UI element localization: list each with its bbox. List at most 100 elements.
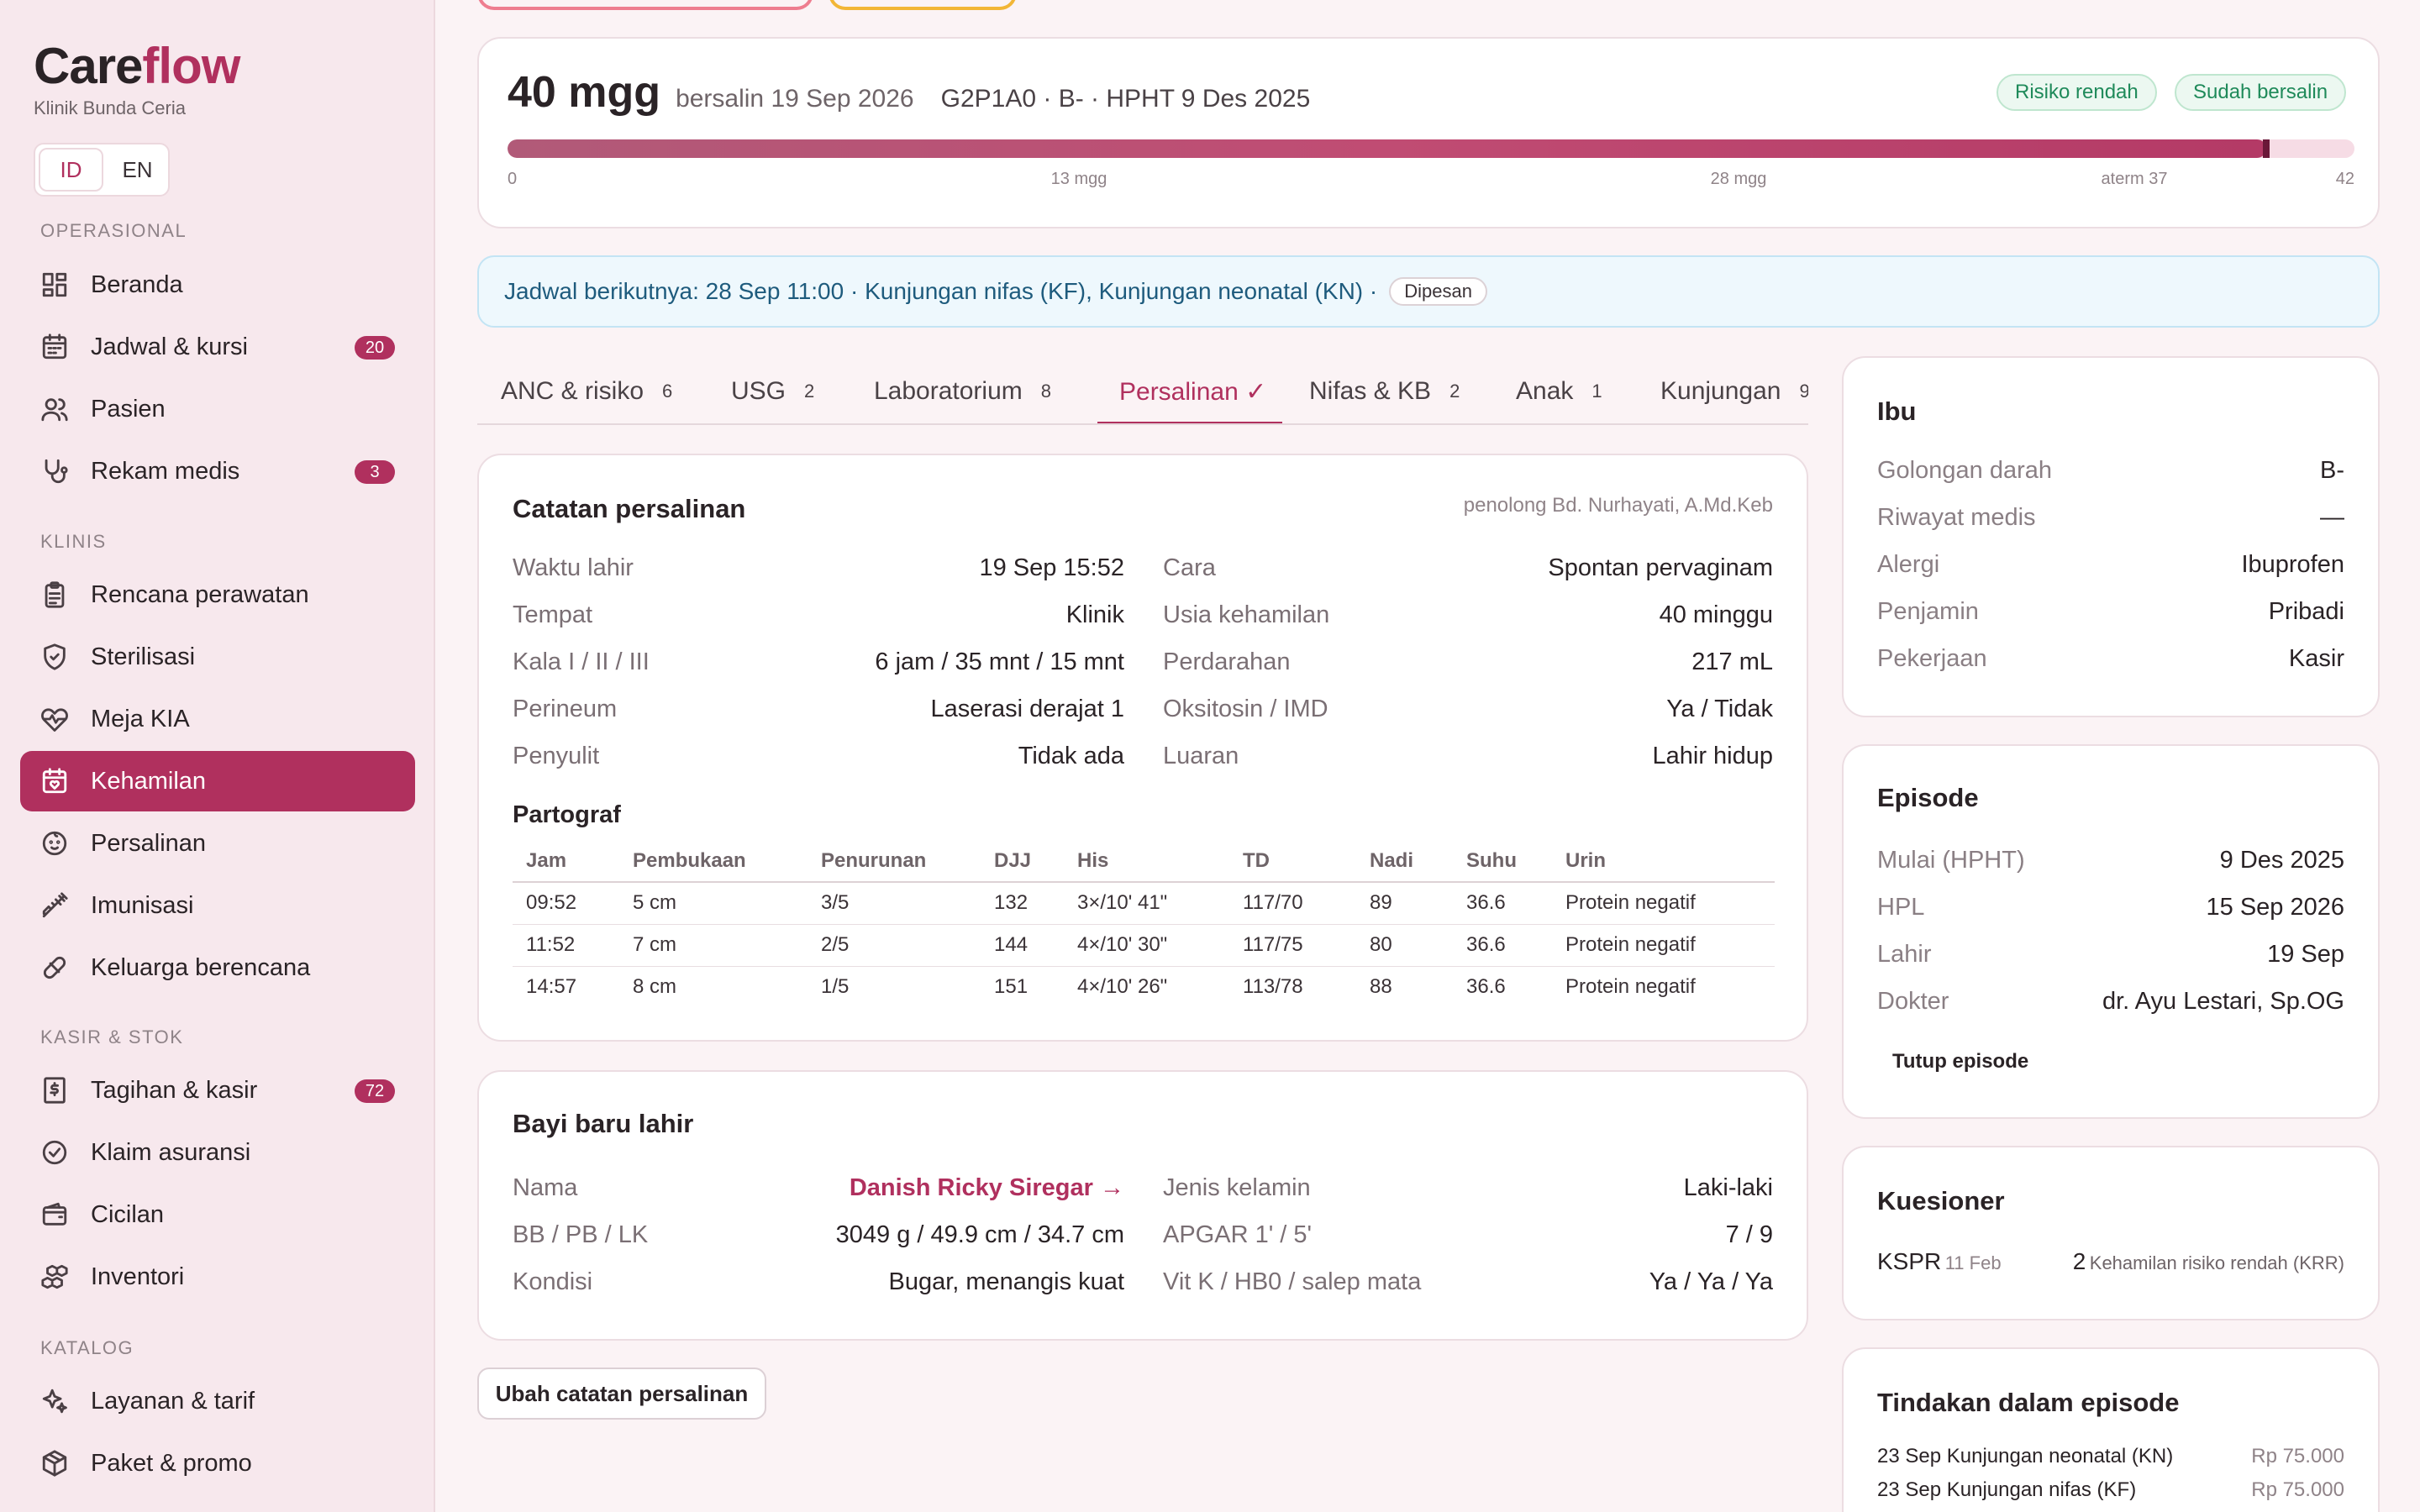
table-row: 11:52 7 cm 2/5 144 4×/10' 30" 117/75 80 … xyxy=(513,924,1775,967)
close-episode-button[interactable]: Tutup episode xyxy=(1892,1050,2028,1074)
table-cell: 4×/10' 26" xyxy=(1077,975,1168,999)
field-label: Vit K / HB0 / salep mata xyxy=(1163,1268,1422,1295)
episode-actions-card: Tindakan dalam episode 23 Sep Kunjungan … xyxy=(1842,1347,2380,1512)
episode-tabs: ANC & risiko 6 USG 2 Laboratorium 8 Persali… xyxy=(477,358,1808,425)
sidebar-item-label: Beranda xyxy=(91,270,183,298)
column-header: His xyxy=(1064,840,1229,883)
questionnaire-score: 2 xyxy=(2072,1248,2086,1274)
field-value: Kasir xyxy=(2288,645,2344,672)
baby-profile-link[interactable]: Danish Ricky Siregar → xyxy=(850,1174,1124,1202)
field-value: Pribadi xyxy=(2268,598,2344,625)
header-action-stub-yellow[interactable] xyxy=(829,0,1017,10)
questionnaire-date: 11 Feb xyxy=(1944,1252,2002,1273)
sidebar-item-label: Cicilan xyxy=(91,1200,165,1228)
tab-persalinan[interactable]: Persalinan ✓ xyxy=(1119,358,1266,423)
booking-status-badge: Dipesan xyxy=(1389,277,1487,306)
field-value: Ya / Ya / Ya xyxy=(1649,1268,1773,1295)
action-item-label: 23 Sep Kunjungan nifas (KF) xyxy=(1877,1478,2137,1501)
column-header: DJJ xyxy=(981,840,1064,883)
field-label: Penjamin xyxy=(1877,598,1979,625)
field-value: Lahir hidup xyxy=(1652,743,1774,769)
lang-id-button[interactable]: ID xyxy=(39,148,103,192)
sidebar-item-sterilisasi[interactable]: Sterilisasi xyxy=(20,627,415,687)
sidebar-item-meja-kia[interactable]: Meja KIA xyxy=(20,689,415,749)
field-label: Jenis kelamin xyxy=(1163,1174,1311,1201)
table-cell: 09:52 xyxy=(513,882,619,925)
field-value: Spontan pervaginam xyxy=(1548,554,1773,581)
tab-anc-risiko[interactable]: ANC & risiko 6 xyxy=(501,358,672,423)
edit-delivery-record-button[interactable]: Ubah catatan persalinan xyxy=(477,1368,766,1420)
card-title: Ibu xyxy=(1877,396,1917,426)
tab-kunjungan[interactable]: Kunjungan9 xyxy=(1660,358,1808,423)
table-cell: 11:52 xyxy=(513,924,619,967)
table-cell: 8 cm xyxy=(633,975,677,999)
brand-logo[interactable]: Careflow xyxy=(34,37,240,95)
sidebar-item-keluarga-berencana[interactable]: Keluarga berencana xyxy=(20,937,415,998)
tab-anak[interactable]: Anak 1 xyxy=(1516,358,1602,423)
status-badge: Sudah bersalin xyxy=(2175,74,2347,111)
sidebar-item-pasien[interactable]: Pasien xyxy=(20,379,415,439)
field-label: Mulai (HPHT) xyxy=(1877,847,2025,874)
tab-laboratorium[interactable]: Laboratorium 8 xyxy=(874,358,1051,423)
table-cell: 3/5 xyxy=(808,882,981,925)
sidebar-item-paket-promo[interactable]: Paket & promo xyxy=(20,1433,415,1494)
count-badge: 72 xyxy=(355,1079,395,1103)
field-label: APGAR 1' / 5' xyxy=(1163,1221,1313,1248)
heart-pulse-icon xyxy=(39,703,71,735)
table-cell: 144 xyxy=(981,924,1064,967)
header-action-stub-red[interactable] xyxy=(477,0,813,10)
shield-icon xyxy=(39,641,71,673)
count-badge: 20 xyxy=(355,336,395,360)
questionnaire-item[interactable]: KSPR 11 Feb xyxy=(1877,1248,2002,1275)
sidebar-item-label: Tagihan & kasir xyxy=(91,1076,258,1104)
sidebar-item-tagihan-kasir[interactable]: Tagihan & kasir 72 xyxy=(20,1060,415,1121)
card-title: Tindakan dalam episode xyxy=(1877,1388,2180,1417)
progress-tick-28: 28 mgg xyxy=(1710,170,1767,188)
card-title: Kuesioner xyxy=(1877,1186,2005,1215)
card-title: Catatan persalinan xyxy=(513,494,746,523)
sidebar-item-layanan-tarif[interactable]: Layanan & tarif xyxy=(20,1371,415,1431)
sidebar-item-label: Keluarga berencana xyxy=(91,953,311,981)
language-switch: ID EN xyxy=(34,143,170,197)
next-schedule-banner[interactable]: Jadwal berikutnya: 28 Sep 11:00 · Kunjun… xyxy=(477,255,2380,328)
sidebar-item-rekam-medis[interactable]: Rekam medis 3 xyxy=(20,441,415,501)
action-item-price: Rp 75.000 xyxy=(2251,1478,2344,1501)
sidebar-item-rencana-perawatan[interactable]: Rencana perawatan xyxy=(20,564,415,625)
field-value: Laki-laki xyxy=(1683,1174,1773,1201)
section-label-klinis: KLINIS xyxy=(40,531,107,552)
table-header-row: Jam Pembukaan Penurunan DJJ His TD Nadi … xyxy=(513,840,1775,883)
tab-usg[interactable]: USG 2 xyxy=(731,358,814,423)
sidebar-item-label: Paket & promo xyxy=(91,1449,252,1477)
field-label: Cara xyxy=(1163,554,1216,581)
field-value: Ya / Tidak xyxy=(1666,696,1773,722)
lang-en-button[interactable]: EN xyxy=(107,144,168,195)
sidebar-item-cicilan[interactable]: Cicilan xyxy=(20,1184,415,1245)
calendar-icon xyxy=(39,331,71,363)
field-value: 6 jam / 35 mnt / 15 mnt xyxy=(875,648,1124,675)
sidebar-item-persalinan[interactable]: Persalinan xyxy=(20,813,415,874)
sidebar-item-kehamilan[interactable]: Kehamilan xyxy=(20,751,415,811)
field-label: Penyulit xyxy=(513,743,600,769)
table-cell: 113/78 xyxy=(1243,975,1303,999)
field-label: Perdarahan xyxy=(1163,648,1291,675)
progress-tick-37: aterm 37 xyxy=(2101,170,2168,188)
column-header: Urin xyxy=(1552,840,1775,883)
pill-icon xyxy=(39,952,71,984)
questionnaire-result: 2 Kehamilan risiko rendah (KRR) xyxy=(2073,1248,2344,1275)
table-cell: 2/5 xyxy=(808,924,981,967)
field-value: Tidak ada xyxy=(1018,743,1124,769)
action-item-label: 23 Sep Kunjungan neonatal (KN) xyxy=(1877,1445,2174,1467)
tab-nifas-kb[interactable]: Nifas & KB 2 xyxy=(1309,358,1460,423)
field-value: Bugar, menangis kuat xyxy=(888,1268,1124,1295)
field-value: B- xyxy=(2320,457,2344,484)
sidebar-item-inventori[interactable]: Inventori xyxy=(20,1247,415,1307)
sidebar-item-beranda[interactable]: Beranda xyxy=(20,255,415,315)
sidebar-item-imunisasi[interactable]: Imunisasi xyxy=(20,875,415,936)
table-cell: 36.6 xyxy=(1453,882,1552,925)
sidebar-item-jadwal[interactable]: Jadwal & kursi 20 xyxy=(20,317,415,377)
delivery-record-card: Catatan persalinan penolong Bd. Nurhayat… xyxy=(477,454,1808,1042)
table-cell: 4×/10' 30" xyxy=(1064,924,1229,967)
field-value: Laserasi derajat 1 xyxy=(930,696,1124,722)
sidebar-item-label: Pasien xyxy=(91,395,166,423)
sidebar-item-klaim-asuransi[interactable]: Klaim asuransi xyxy=(20,1122,415,1183)
